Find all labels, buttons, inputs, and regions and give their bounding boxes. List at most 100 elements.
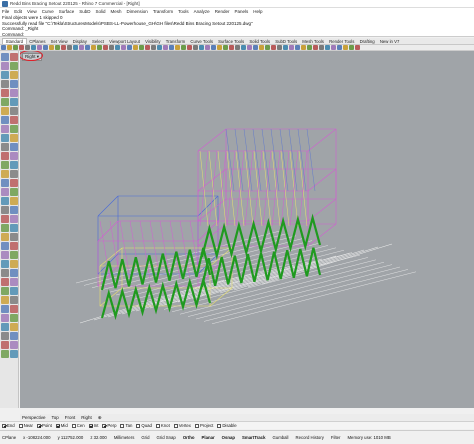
side-tool-icon[interactable] <box>1 251 9 259</box>
status-filter[interactable]: Filter <box>331 435 341 440</box>
toolbar-tool-icon[interactable] <box>247 45 252 50</box>
toolbar-tool-icon[interactable] <box>355 45 360 50</box>
menu-render[interactable]: Render <box>215 9 230 14</box>
side-tool-icon[interactable] <box>10 62 18 70</box>
side-tool-icon[interactable] <box>10 215 18 223</box>
toolbar-tool-icon[interactable] <box>223 45 228 50</box>
viewtab-front[interactable]: Front <box>65 415 76 420</box>
osnap-checkbox[interactable] <box>194 423 199 428</box>
toolbar-tool-icon[interactable] <box>295 45 300 50</box>
side-tool-icon[interactable] <box>1 179 9 187</box>
toolbar-tool-icon[interactable] <box>307 45 312 50</box>
toolbar-tool-icon[interactable] <box>13 45 18 50</box>
tab-cplanes[interactable]: CPlanes <box>27 39 48 44</box>
side-tool-icon[interactable] <box>1 206 9 214</box>
osnap-int[interactable]: Int <box>88 423 98 428</box>
side-tool-icon[interactable] <box>10 287 18 295</box>
toolbar-tool-icon[interactable] <box>277 45 282 50</box>
toolbar-tool-icon[interactable] <box>55 45 60 50</box>
toolbar-tool-icon[interactable] <box>331 45 336 50</box>
status-smarttrack[interactable]: SmartTrack <box>242 435 265 440</box>
side-tool-icon[interactable] <box>1 152 9 160</box>
side-tool-icon[interactable] <box>10 305 18 313</box>
tab-transform[interactable]: Transform <box>163 39 188 44</box>
side-tool-icon[interactable] <box>10 197 18 205</box>
osnap-checkbox[interactable] <box>18 423 23 428</box>
toolbar-tool-icon[interactable] <box>325 45 330 50</box>
side-tool-icon[interactable] <box>10 314 18 322</box>
command-prompt[interactable]: Command: <box>0 32 474 37</box>
right-viewport[interactable]: Right ▾ <box>20 51 474 408</box>
toolbar-tool-icon[interactable] <box>175 45 180 50</box>
toolbar-tool-icon[interactable] <box>229 45 234 50</box>
osnap-tan[interactable]: Tan <box>120 423 132 428</box>
status-planar[interactable]: Planar <box>202 435 215 440</box>
osnap-near[interactable]: Near <box>18 423 33 428</box>
menu-dimension[interactable]: Dimension <box>127 9 148 14</box>
side-tool-icon[interactable] <box>10 269 18 277</box>
tab-set-view[interactable]: Set View <box>48 39 70 44</box>
toolbar-tool-icon[interactable] <box>31 45 36 50</box>
toolbar-tool-icon[interactable] <box>91 45 96 50</box>
osnap-knot[interactable]: Knot <box>155 423 170 428</box>
toolbar-tool-icon[interactable] <box>97 45 102 50</box>
viewtab-right[interactable]: Right <box>81 415 92 420</box>
toolbar-tool-icon[interactable] <box>265 45 270 50</box>
menu-mesh[interactable]: Mesh <box>111 9 122 14</box>
menu-view[interactable]: View <box>27 9 37 14</box>
toolbar-tool-icon[interactable] <box>337 45 342 50</box>
toolbar-tool-icon[interactable] <box>73 45 78 50</box>
side-tool-icon[interactable] <box>10 152 18 160</box>
toolbar-tool-icon[interactable] <box>151 45 156 50</box>
side-tool-icon[interactable] <box>10 116 18 124</box>
toolbar-tool-icon[interactable] <box>61 45 66 50</box>
side-tool-icon[interactable] <box>1 107 9 115</box>
tab-render-tools[interactable]: Render Tools <box>327 39 357 44</box>
osnap-checkbox[interactable] <box>55 423 60 428</box>
toolbar-tool-icon[interactable] <box>253 45 258 50</box>
side-tool-icon[interactable] <box>1 170 9 178</box>
osnap-checkbox[interactable] <box>120 423 125 428</box>
side-tool-icon[interactable] <box>10 134 18 142</box>
side-tool-icon[interactable] <box>10 53 18 61</box>
viewtab-perspective[interactable]: Perspective <box>22 415 46 420</box>
osnap-perp[interactable]: Perp <box>102 423 116 428</box>
osnap-checkbox[interactable] <box>173 423 178 428</box>
side-tool-icon[interactable] <box>1 296 9 304</box>
menu-curve[interactable]: Curve <box>42 9 54 14</box>
osnap-mid[interactable]: Mid <box>55 423 68 428</box>
side-tool-icon[interactable] <box>10 71 18 79</box>
side-tool-icon[interactable] <box>1 134 9 142</box>
toolbar-tool-icon[interactable] <box>283 45 288 50</box>
tab-mesh-tools[interactable]: Mesh Tools <box>300 39 327 44</box>
status-osnap[interactable]: Osnap <box>222 435 235 440</box>
side-tool-icon[interactable] <box>10 98 18 106</box>
side-tool-icon[interactable] <box>1 89 9 97</box>
toolbar-tool-icon[interactable] <box>259 45 264 50</box>
side-tool-icon[interactable] <box>1 233 9 241</box>
tab-solid-tools[interactable]: Solid Tools <box>247 39 273 44</box>
side-tool-icon[interactable] <box>10 260 18 268</box>
side-tool-icon[interactable] <box>1 314 9 322</box>
toolbar-tool-icon[interactable] <box>145 45 150 50</box>
osnap-checkbox[interactable] <box>36 423 41 428</box>
toolbar-tool-icon[interactable] <box>25 45 30 50</box>
toolbar-tool-icon[interactable] <box>301 45 306 50</box>
tab-select[interactable]: Select <box>89 39 106 44</box>
tab-new-in-v7[interactable]: New in V7 <box>377 39 402 44</box>
side-tool-icon[interactable] <box>1 188 9 196</box>
toolbar-tool-icon[interactable] <box>1 45 6 50</box>
side-tool-icon[interactable] <box>10 143 18 151</box>
toolbar-tool-icon[interactable] <box>205 45 210 50</box>
side-tool-icon[interactable] <box>10 341 18 349</box>
toolbar-tool-icon[interactable] <box>7 45 12 50</box>
tab-surface-tools[interactable]: Surface Tools <box>216 39 247 44</box>
side-tool-icon[interactable] <box>1 332 9 340</box>
side-tool-icon[interactable] <box>10 323 18 331</box>
side-tool-icon[interactable] <box>10 233 18 241</box>
side-tool-icon[interactable] <box>1 278 9 286</box>
menu-subd[interactable]: SubD <box>79 9 90 14</box>
osnap-checkbox[interactable] <box>136 423 141 428</box>
toolbar-tool-icon[interactable] <box>67 45 72 50</box>
toolbar-tool-icon[interactable] <box>241 45 246 50</box>
